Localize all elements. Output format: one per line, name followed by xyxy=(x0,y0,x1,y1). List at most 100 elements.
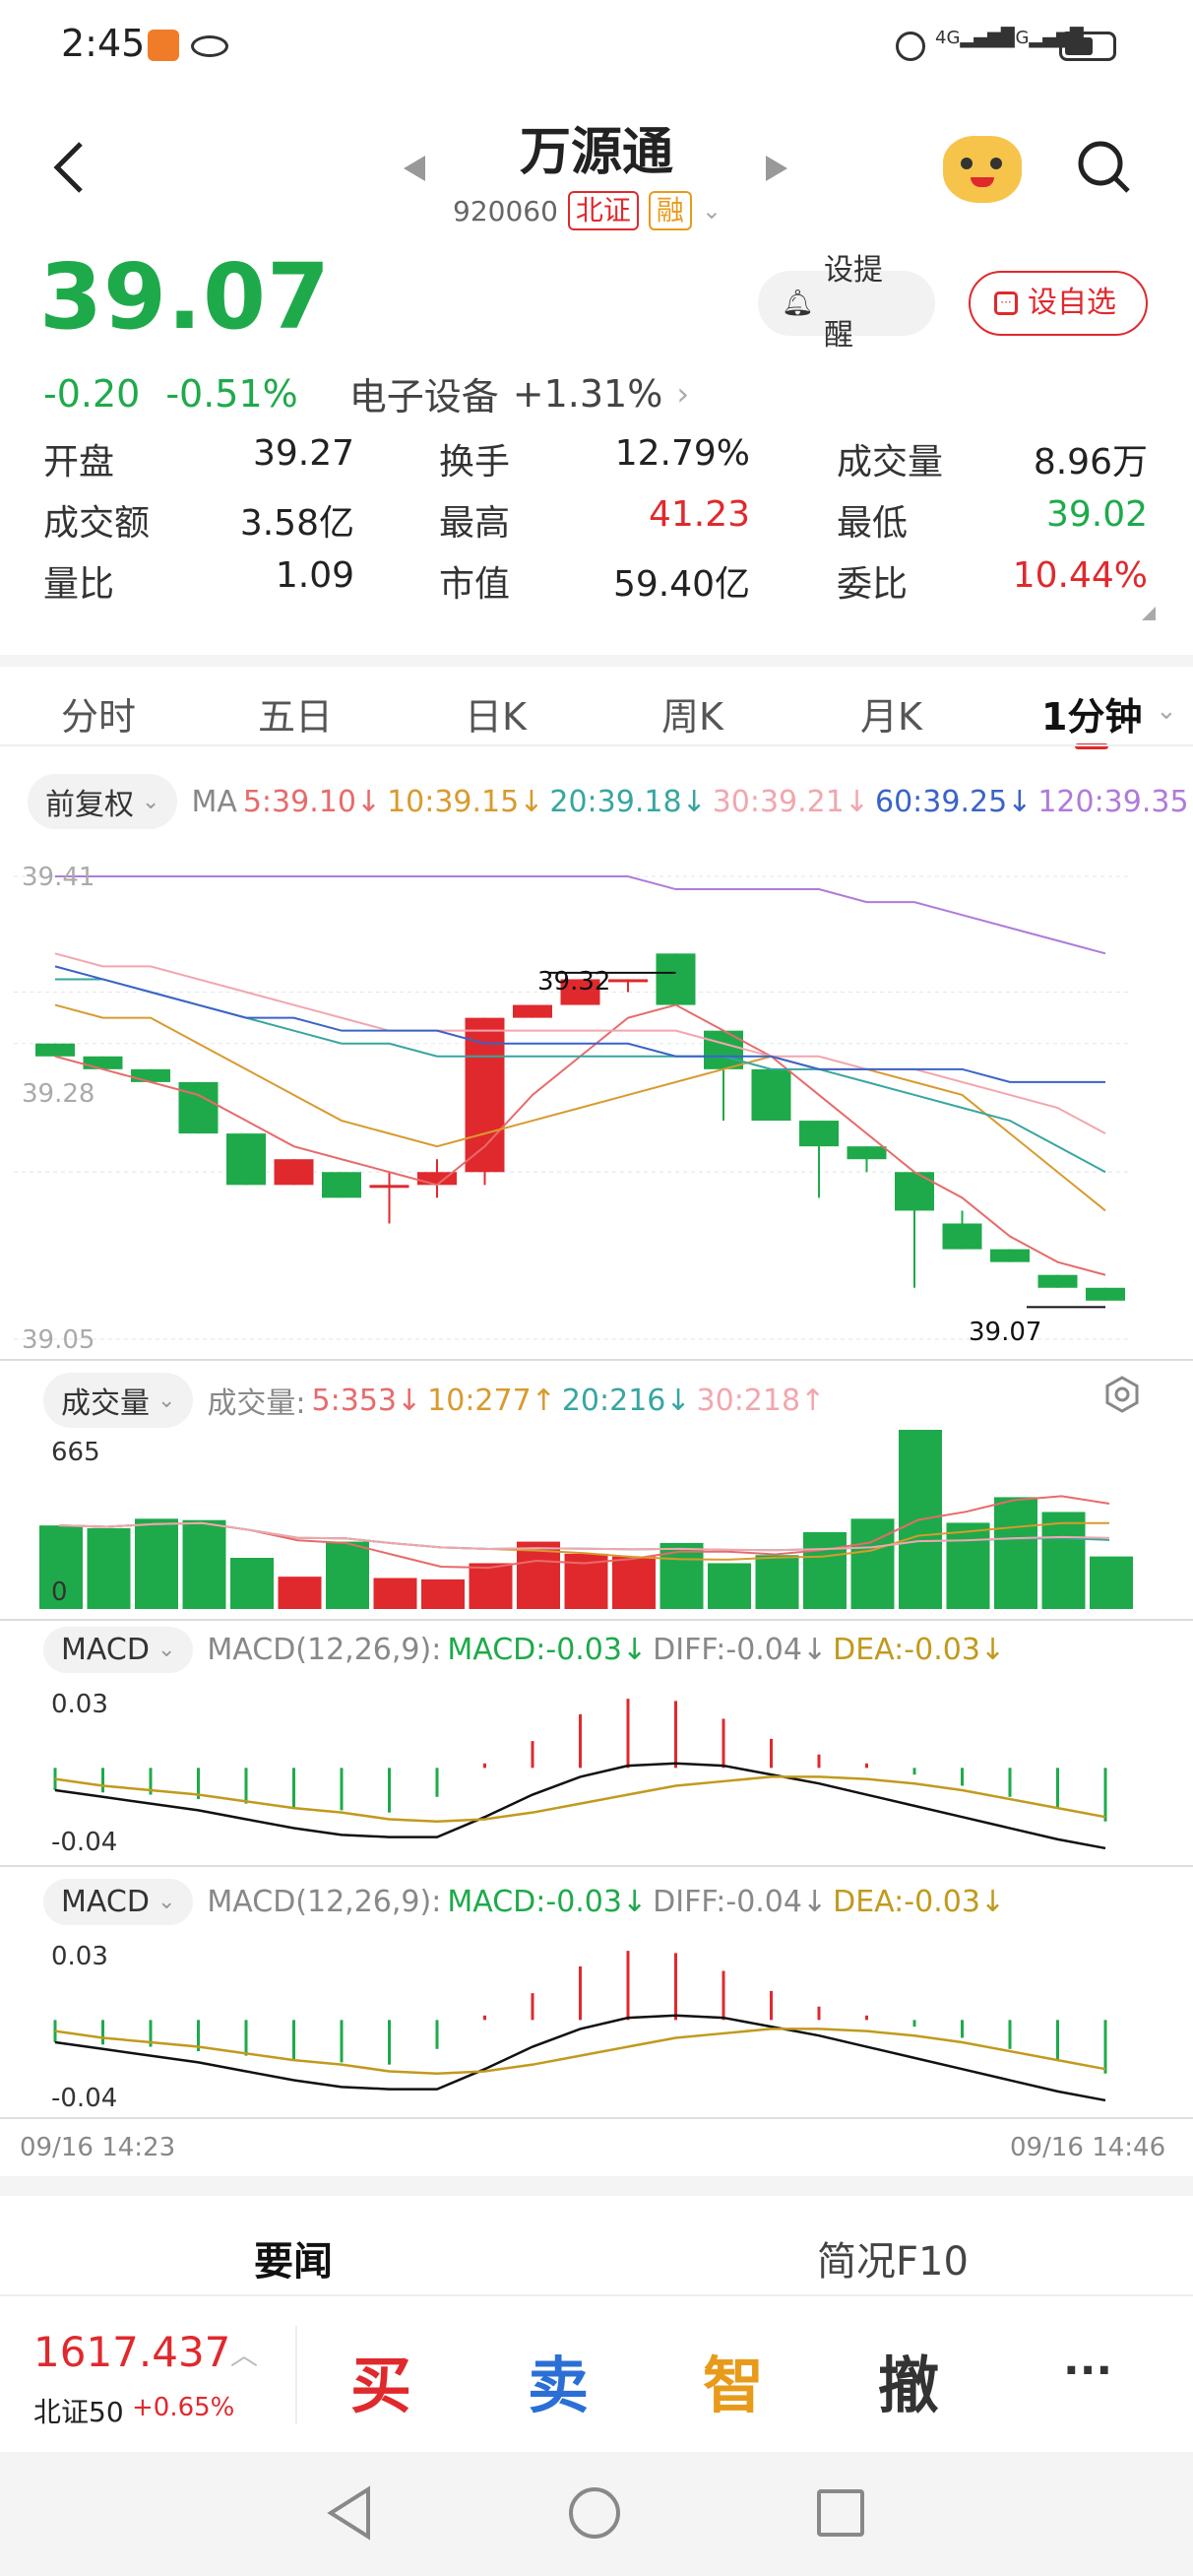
macd-value: MACD:-0.03↓ xyxy=(447,1633,648,1667)
candle-body xyxy=(942,1223,982,1250)
macd-axis-top: 0.03 xyxy=(51,1942,108,1971)
stock-code-row[interactable]: 920060 北证 融 ⌄ xyxy=(453,189,722,232)
search-icon[interactable] xyxy=(1075,138,1134,197)
volume-ma-value: 30:218↑ xyxy=(696,1383,826,1418)
smart-button[interactable]: 智 xyxy=(703,2336,764,2424)
candle-body xyxy=(704,1030,743,1069)
tab-1min[interactable]: 1分钟 xyxy=(1041,686,1142,741)
chevron-down-icon: ⌄ xyxy=(157,1387,176,1413)
index-value: 1617.437 xyxy=(33,2328,231,2376)
stat-value-open: 39.27 xyxy=(252,433,354,474)
set-alert-button[interactable]: 🔔︎ 设提醒 xyxy=(758,253,935,353)
volume-bar xyxy=(373,1578,417,1609)
volume-axis-top: 665 xyxy=(51,1438,100,1467)
nav-back-icon[interactable] xyxy=(325,2485,374,2544)
ma-prefix: MA xyxy=(191,784,237,819)
diff-value: DIFF:-0.04↓ xyxy=(653,1885,828,1919)
volume-selector-label: 成交量 xyxy=(61,1386,150,1421)
chevron-down-icon[interactable]: ⌄ xyxy=(1156,696,1177,726)
add-watchlist-button[interactable]: ··· 设自选 xyxy=(969,271,1148,336)
macd-params: MACD(12,26,9): xyxy=(207,1633,442,1667)
stat-label: 最高 xyxy=(439,503,511,544)
candle-body xyxy=(990,1249,1030,1262)
chevron-right-icon: › xyxy=(676,374,690,413)
volume-chart[interactable] xyxy=(0,1428,1193,1615)
tab-intraday[interactable]: 分时 xyxy=(61,686,136,741)
candle-body xyxy=(608,979,648,983)
sell-button[interactable]: 卖 xyxy=(528,2336,589,2424)
sector-change: +1.31% xyxy=(512,371,663,416)
watchlist-icon: ··· xyxy=(994,291,1018,315)
cancel-order-button[interactable]: 撤 xyxy=(878,2336,939,2424)
ma-indicator-row: 前复权 ⌄ MA 5:39.10↓ 10:39.15↓ 20:39.18↓ 30… xyxy=(28,774,1193,829)
candle-body xyxy=(751,1068,791,1122)
tab-weekly-k[interactable]: 周K xyxy=(661,686,723,741)
macd-value: MACD:-0.03↓ xyxy=(447,1885,648,1919)
stat-value-high: 41.23 xyxy=(648,494,750,535)
nav-recents-icon[interactable] xyxy=(817,2489,864,2537)
buy-button[interactable]: 买 xyxy=(350,2336,411,2424)
divider xyxy=(295,2326,297,2424)
index-widget[interactable]: 1617.437 ︿ 北证50 +0.65% xyxy=(33,2328,270,2436)
signal-label-2: 4G xyxy=(1004,28,1030,48)
stat-label: 成交额 xyxy=(43,503,151,544)
current-price: 39.07 xyxy=(39,244,332,350)
stat-label: 成交量 xyxy=(837,442,944,483)
diff-value: DIFF:-0.04↓ xyxy=(653,1633,828,1667)
volume-bar xyxy=(755,1555,799,1609)
volume-bar xyxy=(850,1518,895,1609)
candlestick-chart[interactable] xyxy=(0,847,1193,1359)
stat-label: 委比 xyxy=(837,564,909,605)
index-name: 北证50 xyxy=(33,2396,124,2428)
stat-label: 最低 xyxy=(837,503,909,544)
news-tabs: 要闻 简况F10 xyxy=(0,2176,1193,2314)
settings-icon[interactable] xyxy=(1102,1375,1142,1414)
tab-five-day[interactable]: 五日 xyxy=(258,686,333,741)
adjust-selector[interactable]: 前复权 ⌄ xyxy=(28,774,178,829)
macd-chart[interactable] xyxy=(0,1680,1193,1863)
expand-corner-icon[interactable] xyxy=(1142,607,1156,620)
ma-value: 120:39.35↓ xyxy=(1037,784,1193,819)
stat-value-volume: 8.96万 xyxy=(1033,442,1148,483)
tab-f10[interactable]: 简况F10 xyxy=(817,2229,969,2286)
candle-body xyxy=(322,1172,361,1198)
time-axis-end: 09/16 14:46 xyxy=(1010,2133,1166,2162)
chevron-down-icon: ⌄ xyxy=(157,1638,176,1662)
tab-news[interactable]: 要闻 xyxy=(254,2229,333,2286)
volume-bar xyxy=(469,1563,513,1609)
macd-axis-top: 0.03 xyxy=(51,1690,108,1719)
chevron-up-icon: ︿ xyxy=(230,2339,259,2371)
candle-body xyxy=(226,1133,266,1186)
dea-value: DEA:-0.03↓ xyxy=(833,1633,1006,1667)
macd-selector[interactable]: MACD ⌄ xyxy=(43,1879,194,1925)
volume-bar xyxy=(326,1541,369,1609)
sector-name: 电子设备 xyxy=(348,375,499,419)
price-change-pct: -0.51% xyxy=(165,371,298,416)
chevron-down-icon: ⌄ xyxy=(701,197,722,225)
nav-home-icon[interactable] xyxy=(569,2487,620,2539)
next-stock-icon[interactable] xyxy=(764,154,789,187)
candle-body xyxy=(131,1068,170,1082)
candle-body xyxy=(178,1081,219,1134)
volume-selector[interactable]: 成交量 ⌄ xyxy=(43,1373,194,1428)
volume-bar xyxy=(278,1577,322,1609)
divider xyxy=(0,744,1193,746)
ma-value: 60:39.25↓ xyxy=(875,784,1033,819)
battery-icon xyxy=(1059,32,1116,61)
sector-link[interactable]: 电子设备 +1.31% › xyxy=(349,366,689,420)
tab-monthly-k[interactable]: 月K xyxy=(860,686,922,741)
macd-indicator-row: MACD ⌄ MACD(12,26,9): MACD:-0.03↓ DIFF:-… xyxy=(43,1879,1005,1925)
status-time: 2:45 xyxy=(61,22,146,65)
price-axis-top: 39.41 xyxy=(22,863,95,892)
macd-chart[interactable] xyxy=(0,1932,1193,2115)
tab-daily-k[interactable]: 日K xyxy=(465,686,527,741)
notification-icon xyxy=(148,30,179,61)
volume-bar xyxy=(135,1518,178,1609)
eye-icon xyxy=(191,35,228,57)
more-button[interactable]: ··· xyxy=(1063,2346,1112,2396)
stat-value-market-cap: 59.40亿 xyxy=(612,564,750,605)
macd-selector[interactable]: MACD ⌄ xyxy=(43,1627,194,1673)
volume-indicator-row: 成交量 ⌄ 成交量: 5:353↓ 10:277↑ 20:216↓ 30:218… xyxy=(43,1373,825,1428)
mascot-icon[interactable] xyxy=(943,136,1022,203)
volume-bar xyxy=(1041,1512,1086,1609)
